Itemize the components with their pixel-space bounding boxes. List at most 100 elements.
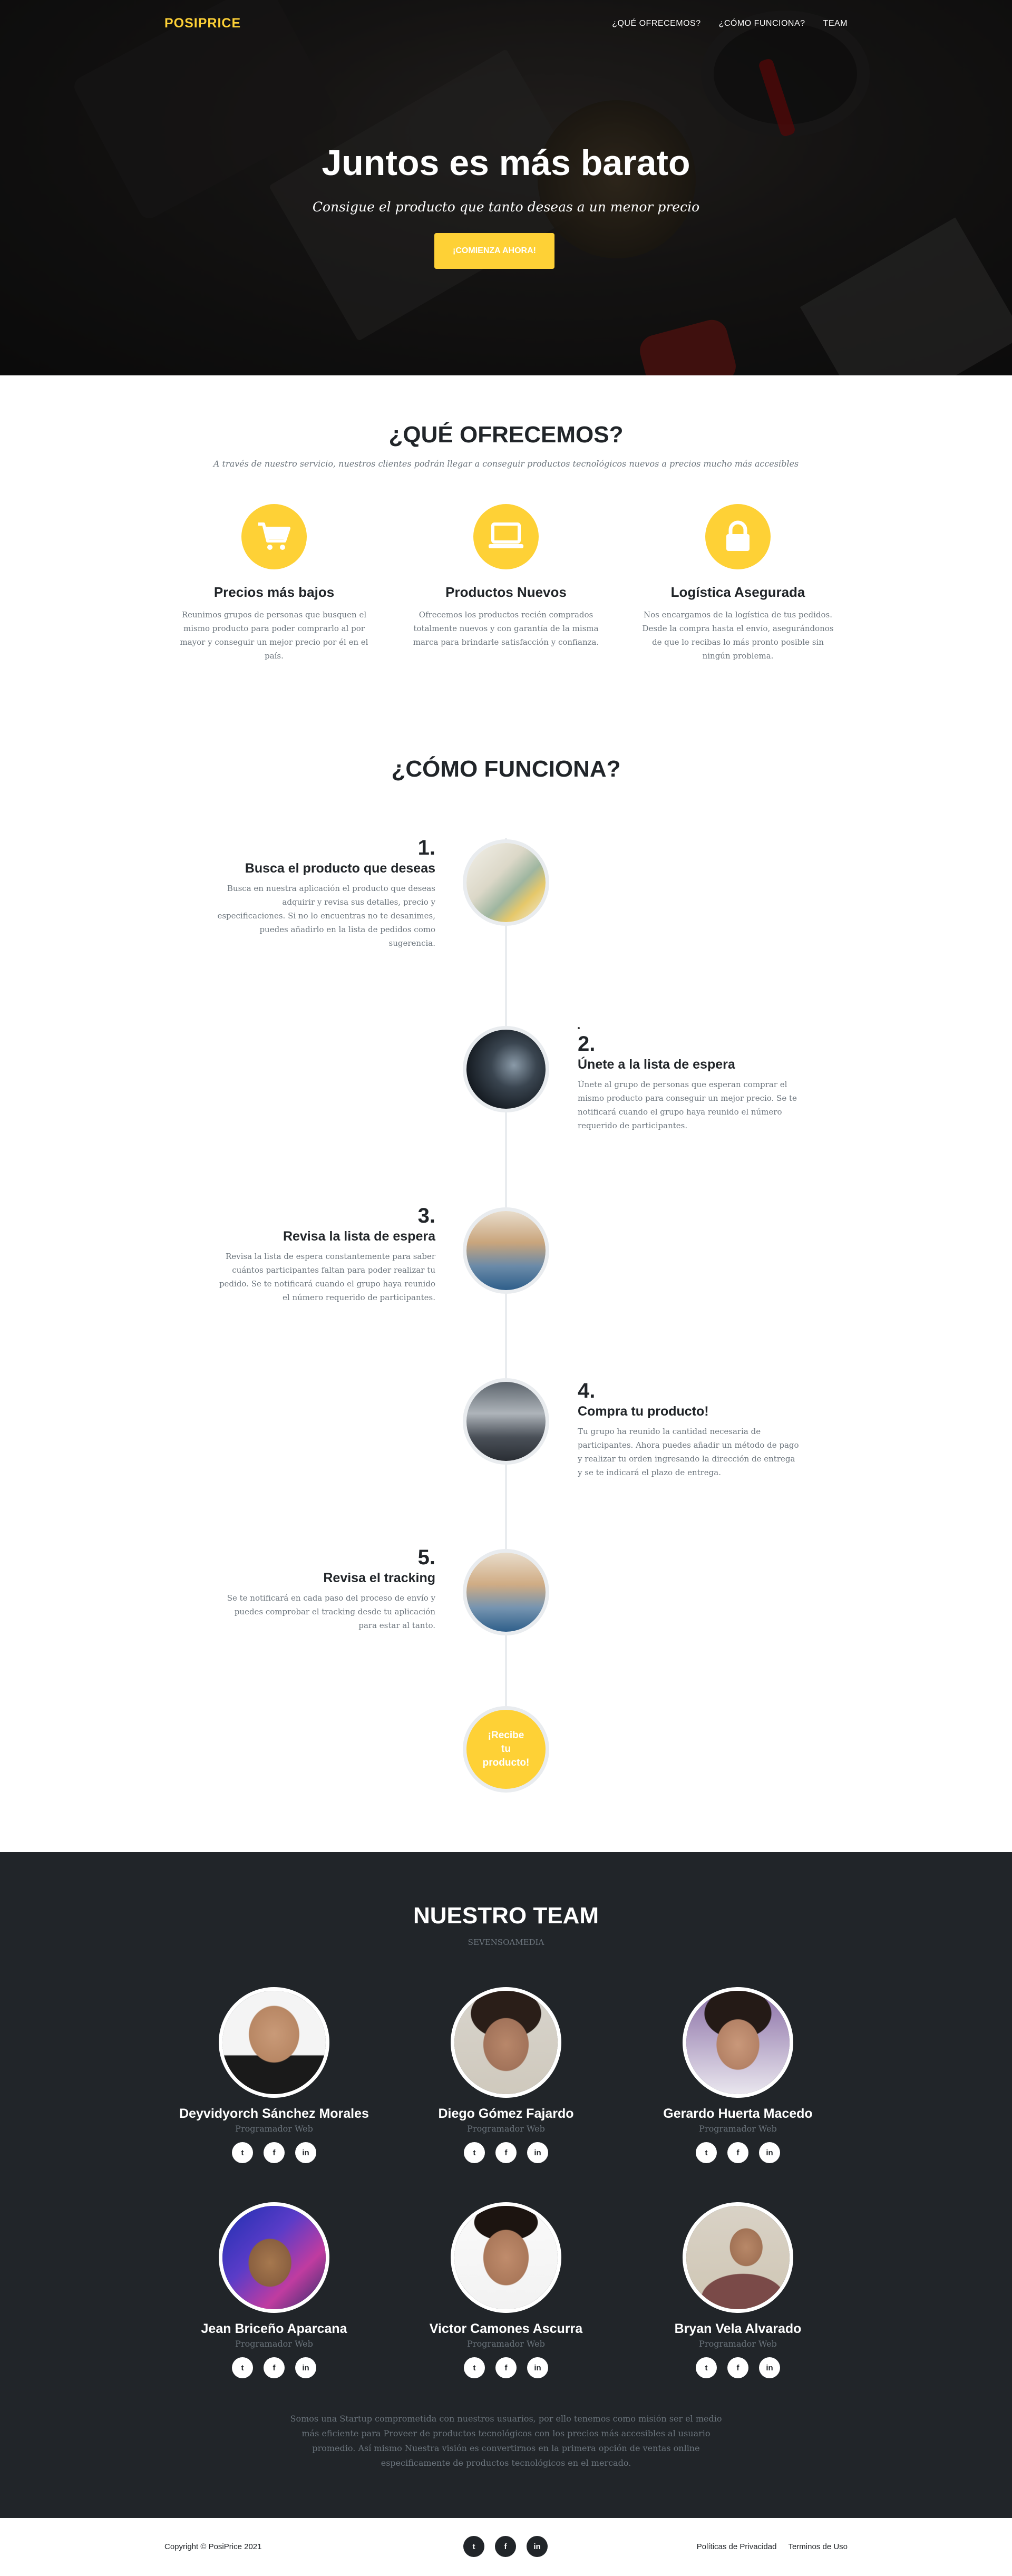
timeline-step-3: 3. Revisa la lista de espera Revisa la l… [214,1204,435,1304]
twitter-icon[interactable]: t [464,2142,485,2163]
lock-icon [705,504,771,569]
final-line: producto! [482,1757,530,1768]
footer-links: Políticas de Privacidad Terminos de Uso [697,2542,848,2551]
nav-menu: ¿QUÉ OFRECEMOS? ¿CÓMO FUNCIONA? TEAM [612,19,848,28]
facebook-icon[interactable]: f [264,2142,285,2163]
brand-logo[interactable]: POSIPRICE [164,16,241,31]
service-card-logistics: Logística Asegurada Nos encargamos de la… [638,504,838,663]
page: Juntos es más barato Consigue el product… [0,0,1012,2576]
member-role: Programador Web [699,2124,777,2134]
services-title: ¿QUÉ OFRECEMOS? [388,422,624,448]
hero-subtitle: Consigue el producto que tanto deseas a … [312,199,700,215]
hero-title: Juntos es más barato [322,143,690,183]
facebook-icon[interactable]: f [495,2536,516,2557]
service-title: Productos Nuevos [445,584,567,600]
service-text: Nos encargamos de la logística de tus pe… [642,610,834,661]
member-role: Programador Web [235,2124,313,2134]
step-title: Revisa la lista de espera [283,1229,435,1244]
service-text: Ofrecemos los productos recién comprados… [413,610,599,647]
services-subtitle: A través de nuestro servicio, nuestros c… [213,459,799,469]
member-role: Programador Web [467,2124,545,2134]
linkedin-icon[interactable]: in [527,2357,548,2378]
twitter-icon[interactable]: t [232,2142,253,2163]
facebook-icon[interactable]: f [495,2357,517,2378]
member-name: Diego Gómez Fajardo [438,2106,574,2121]
step-4-image [463,1378,549,1465]
avatar [451,1987,561,2098]
twitter-icon[interactable]: t [696,2142,717,2163]
hero-section: Juntos es más barato Consigue el product… [0,0,1012,375]
step-number: 2. [578,1032,596,1055]
step-3-image [463,1207,549,1294]
team-member: Victor Camones Ascurra Programador Web t… [390,2202,622,2378]
step-number: 3. [417,1204,435,1227]
team-member: Deyvidyorch Sánchez Morales Programador … [158,1987,390,2163]
team-title: NUESTRO TEAM [413,1903,599,1929]
team-subtitle: SEVENSOAMEDIA [468,1938,544,1947]
linkedin-icon[interactable]: in [759,2357,780,2378]
facebook-icon[interactable]: f [264,2357,285,2378]
member-socials: t f in [622,2142,854,2163]
nav-item-how-it-works[interactable]: ¿CÓMO FUNCIONA? [719,19,805,28]
linkedin-icon[interactable]: in [527,2142,548,2163]
facebook-icon[interactable]: f [727,2357,748,2378]
terms-of-use-link[interactable]: Terminos de Uso [788,2542,848,2551]
member-socials: t f in [390,2357,622,2378]
copyright: Copyright © PosiPrice 2021 [164,2542,262,2551]
member-role: Programador Web [235,2339,313,2349]
timeline-step-1: 1. Busca el producto que deseas Busca en… [214,836,435,950]
service-text: Reunimos grupos de personas que busquen … [180,610,368,661]
navbar: POSIPRICE ¿QUÉ OFRECEMOS? ¿CÓMO FUNCIONA… [0,0,1012,49]
step-text: Únete al grupo de personas que esperan c… [578,1080,797,1130]
receive-product-badge: ¡Recibe tu producto! [463,1706,549,1793]
member-role: Programador Web [699,2339,777,2349]
linkedin-icon[interactable]: in [759,2142,780,2163]
shopping-cart-icon [241,504,307,569]
how-title: ¿CÓMO FUNCIONA? [391,756,621,782]
member-name: Jean Briceño Aparcana [201,2321,347,2336]
facebook-icon[interactable]: f [495,2142,517,2163]
step-text: Revisa la lista de espera constantemente… [219,1252,435,1302]
nav-item-services[interactable]: ¿QUÉ OFRECEMOS? [612,19,700,28]
footer-socials: t f in [463,2536,548,2557]
twitter-icon[interactable]: t [232,2357,253,2378]
final-line: ¡Recibe [488,1730,524,1741]
member-socials: t f in [390,2142,622,2163]
privacy-policy-link[interactable]: Políticas de Privacidad [697,2542,777,2551]
member-role: Programador Web [467,2339,545,2349]
avatar [219,2202,329,2313]
linkedin-icon[interactable]: in [295,2357,316,2378]
footer: Copyright © PosiPrice 2021 t f in Políti… [0,2518,1012,2576]
member-name: Victor Camones Ascurra [429,2321,583,2336]
service-title: Precios más bajos [213,584,335,600]
facebook-icon[interactable]: f [727,2142,748,2163]
step-title: Compra tu producto! [578,1404,709,1419]
avatar [683,2202,793,2313]
nav-item-team[interactable]: TEAM [823,19,848,28]
member-name: Deyvidyorch Sánchez Morales [179,2106,369,2121]
timeline-step-2: 2. Únete a la lista de espera Únete al g… [578,1032,799,1132]
member-socials: t f in [158,2357,390,2378]
timeline-step-5: 5. Revisa el tracking Se te notificará e… [214,1546,435,1632]
step-number: 1. [417,836,435,859]
team-member: Gerardo Huerta Macedo Programador Web t … [622,1987,854,2163]
step-number: 4. [578,1379,596,1402]
step-title: Busca el producto que deseas [245,861,435,876]
linkedin-icon[interactable]: in [295,2142,316,2163]
avatar [219,1987,329,2098]
twitter-icon[interactable]: t [696,2357,717,2378]
member-name: Bryan Vela Alvarado [674,2321,802,2336]
step-5-image [463,1549,549,1635]
twitter-icon[interactable]: t [463,2536,484,2557]
linkedin-icon[interactable]: in [527,2536,548,2557]
service-card-products: Productos Nuevos Ofrecemos los productos… [406,504,606,649]
twitter-icon[interactable]: t [464,2357,485,2378]
member-socials: t f in [622,2357,854,2378]
start-now-button[interactable]: ¡COMIENZA AHORA! [434,233,554,269]
laptop-icon [473,504,539,569]
final-line: tu [501,1744,511,1755]
avatar [451,2202,561,2313]
step-2-image [463,1026,549,1112]
team-member: Bryan Vela Alvarado Programador Web t f … [622,2202,854,2378]
hero-overlay [0,0,1012,375]
